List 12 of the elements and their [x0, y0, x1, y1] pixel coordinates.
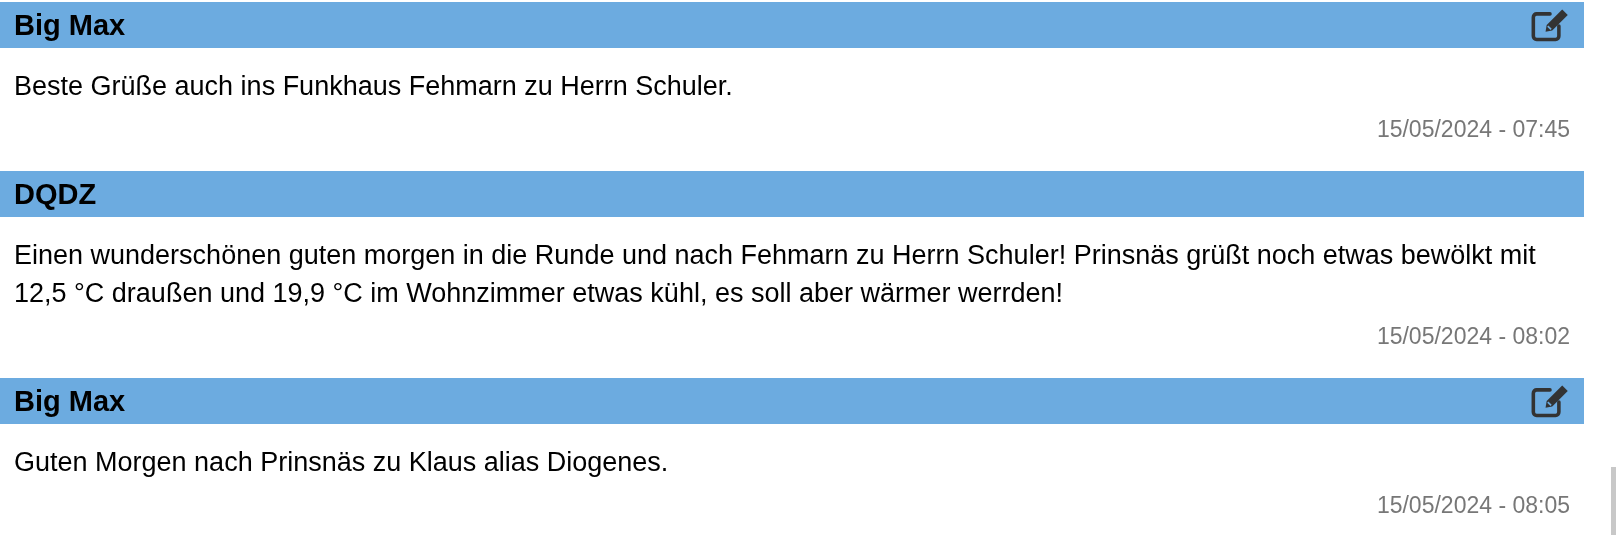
author-name: Big Max	[14, 384, 126, 418]
author-name: DQDZ	[14, 177, 97, 211]
message-timestamp: 15/05/2024 - 07:45	[1376, 117, 1570, 141]
edit-icon[interactable]	[1530, 7, 1570, 43]
message-text: Guten Morgen nach Prinsnäs zu Klaus alias Diogenes.	[14, 446, 670, 479]
scrollbar-thumb[interactable]	[1611, 467, 1616, 535]
message-timestamp: 15/05/2024 - 08:05	[1376, 493, 1570, 517]
author-name: Big Max	[14, 8, 126, 42]
edit-icon[interactable]	[1530, 383, 1570, 419]
message-timestamp: 15/05/2024 - 08:02	[1376, 324, 1570, 348]
message-text: Beste Grüße auch ins Funkhaus Fehmarn zu Herrn Schuler.	[14, 70, 734, 103]
message-text: Einen wunderschönen guten morgen in die Runde und nach Fehmarn zu Herrn Schuler! Prinsnäs grüßt noch etwas bewölkt mit 12,5 °C draußen und 19,9 °C im Wohnzimmer etwas kühl, es soll aber wärmer werrden!	[14, 239, 1537, 310]
